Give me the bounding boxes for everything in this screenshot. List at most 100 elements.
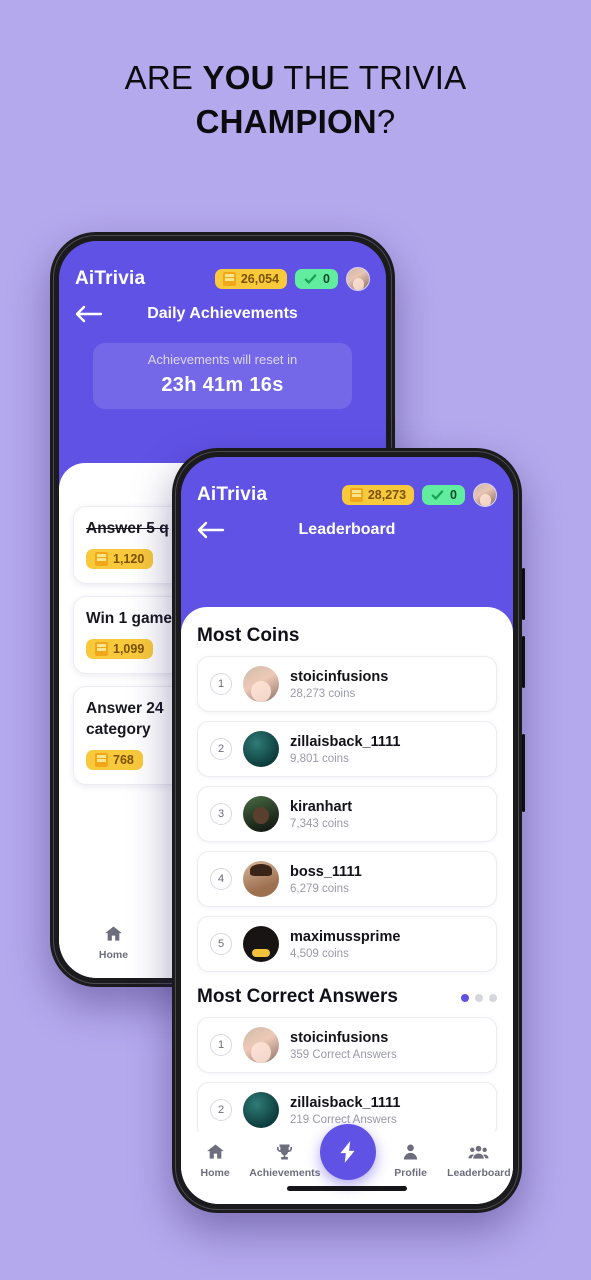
- reset-timer: Achievements will reset in 23h 41m 16s: [93, 343, 352, 409]
- section-title: Most Correct Answers: [197, 986, 398, 1007]
- avatar: [243, 796, 279, 832]
- reward-value: 768: [113, 753, 134, 767]
- power-button[interactable]: [522, 734, 525, 812]
- back-header-row: AiTrivia 26,054 0: [75, 267, 370, 291]
- page-title: ARE YOU THE TRIVIA CHAMPION?: [124, 59, 467, 140]
- row-text: maximussprime 4,509 coins: [290, 928, 400, 960]
- nav-label: Home: [200, 1167, 230, 1179]
- reward-value: 1,099: [113, 642, 145, 656]
- avatar: [243, 731, 279, 767]
- front-bottom-nav: Home Achievements Profile Leaderboard: [181, 1124, 513, 1204]
- table-row[interactable]: 4 boss_1111 6,279 coins: [197, 851, 497, 907]
- table-row[interactable]: 1 stoicinfusions 28,273 coins: [197, 656, 497, 712]
- achievement-reward: 1,099: [86, 639, 154, 659]
- check-icon: [431, 490, 444, 500]
- pager-dot-1[interactable]: [461, 994, 469, 1002]
- avatar: [243, 1027, 279, 1063]
- avatar[interactable]: [346, 267, 370, 291]
- page-subtitle: Daily Achievements: [147, 305, 298, 322]
- nav-item-home[interactable]: Home: [59, 924, 168, 961]
- player-name: kiranhart: [290, 799, 353, 815]
- player-name: stoicinfusions: [290, 669, 389, 685]
- rank-badge: 4: [210, 868, 232, 890]
- row-text: stoicinfusions 359 Correct Answers: [290, 1029, 397, 1061]
- app-brand: AiTrivia: [197, 484, 268, 505]
- row-text: zillaisback_1111 9,801 coins: [290, 733, 400, 765]
- back-arrow-icon[interactable]: [75, 305, 105, 323]
- rank-badge: 2: [210, 738, 232, 760]
- trophy-icon: [277, 1144, 293, 1160]
- table-row[interactable]: 2 zillaisback_1111 9,801 coins: [197, 721, 497, 777]
- front-app-header: AiTrivia 28,273 0 Leaderboard: [181, 457, 513, 559]
- volume-down-button[interactable]: [522, 636, 525, 688]
- nav-item-achievements[interactable]: Achievements: [249, 1142, 320, 1179]
- pager-dots[interactable]: [461, 994, 497, 1008]
- table-row[interactable]: 1 stoicinfusions 359 Correct Answers: [197, 1017, 497, 1073]
- player-score: 4,509 coins: [290, 948, 349, 960]
- checks-badge[interactable]: 0: [295, 269, 338, 289]
- player-score: 9,801 coins: [290, 753, 349, 765]
- reward-value: 1,120: [113, 552, 145, 566]
- nav-label: Home: [98, 949, 129, 961]
- volume-up-button[interactable]: [522, 568, 525, 620]
- home-icon: [105, 926, 122, 941]
- checks-badge[interactable]: 0: [422, 485, 465, 505]
- headline-champion: CHAMPION: [195, 103, 377, 140]
- avatar: [243, 666, 279, 702]
- row-text: stoicinfusions 28,273 coins: [290, 668, 388, 700]
- coin-icon: [95, 642, 108, 656]
- nav-label: Profile: [394, 1167, 427, 1179]
- coins-badge[interactable]: 26,054: [214, 269, 288, 289]
- coin-icon: [95, 753, 108, 767]
- coins-badge[interactable]: 28,273: [341, 485, 415, 505]
- player-name: maximussprime: [290, 929, 401, 945]
- rank-badge: 5: [210, 933, 232, 955]
- table-row[interactable]: 5 maximussprime 4,509 coins: [197, 916, 497, 972]
- rank-badge: 3: [210, 803, 232, 825]
- rank-badge: 1: [210, 1034, 232, 1056]
- headline-line1: ARE YOU THE TRIVIA: [124, 59, 467, 96]
- nav-item-leaderboard[interactable]: Leaderboard: [445, 1142, 513, 1179]
- timer-label: Achievements will reset in: [147, 352, 298, 367]
- rank-badge: 2: [210, 1099, 232, 1121]
- people-icon: [468, 1145, 489, 1159]
- table-row[interactable]: 3 kiranhart 7,343 coins: [197, 786, 497, 842]
- back-subheader: Daily Achievements: [75, 291, 370, 343]
- avatar: [243, 861, 279, 897]
- home-indicator: [287, 1186, 407, 1191]
- play-quiz-button[interactable]: [320, 1124, 377, 1180]
- nav-item-profile[interactable]: Profile: [376, 1142, 444, 1179]
- checks-value: 0: [323, 272, 330, 286]
- player-score: 359 Correct Answers: [290, 1049, 397, 1061]
- lightning-bolt-icon: [340, 1141, 355, 1163]
- timer-value: 23h 41m 16s: [161, 374, 284, 396]
- avatar[interactable]: [473, 483, 497, 507]
- row-text: boss_1111 6,279 coins: [290, 863, 362, 895]
- pager-dot-3[interactable]: [489, 994, 497, 1002]
- coin-icon: [349, 488, 363, 502]
- pager-dot-2[interactable]: [475, 994, 483, 1002]
- phone-front-leaderboard: AiTrivia 28,273 0 Leaderboard Most Coins…: [172, 448, 525, 1213]
- player-score: 6,279 coins: [290, 883, 349, 895]
- coins-value: 26,054: [240, 272, 280, 286]
- checks-value: 0: [450, 488, 457, 502]
- player-score: 28,273 coins: [290, 688, 356, 700]
- nav-label: Achievements: [249, 1167, 321, 1179]
- person-icon: [403, 1144, 418, 1160]
- page-subtitle: Leaderboard: [298, 521, 396, 538]
- row-text: kiranhart 7,343 coins: [290, 798, 352, 830]
- section-header-most-coins: Most Coins: [197, 625, 497, 647]
- player-name: zillaisback_1111: [290, 1095, 401, 1111]
- achievement-reward: 1,120: [86, 549, 154, 569]
- player-name: zillaisback_1111: [290, 734, 401, 750]
- front-screen: AiTrivia 28,273 0 Leaderboard Most Coins…: [181, 457, 513, 1204]
- back-arrow-icon[interactable]: [197, 521, 227, 539]
- back-app-header: AiTrivia 26,054 0 Daily Achievements Ach…: [59, 241, 386, 409]
- nav-item-home[interactable]: Home: [181, 1142, 249, 1179]
- leaderboard-sheet: Most Coins 1 stoicinfusions 28,273 coins…: [181, 607, 513, 1204]
- app-brand: AiTrivia: [75, 268, 146, 289]
- coins-value: 28,273: [367, 488, 407, 502]
- front-subheader: Leaderboard: [197, 507, 497, 559]
- player-score: 7,343 coins: [290, 818, 349, 830]
- player-name: boss_1111: [290, 864, 362, 880]
